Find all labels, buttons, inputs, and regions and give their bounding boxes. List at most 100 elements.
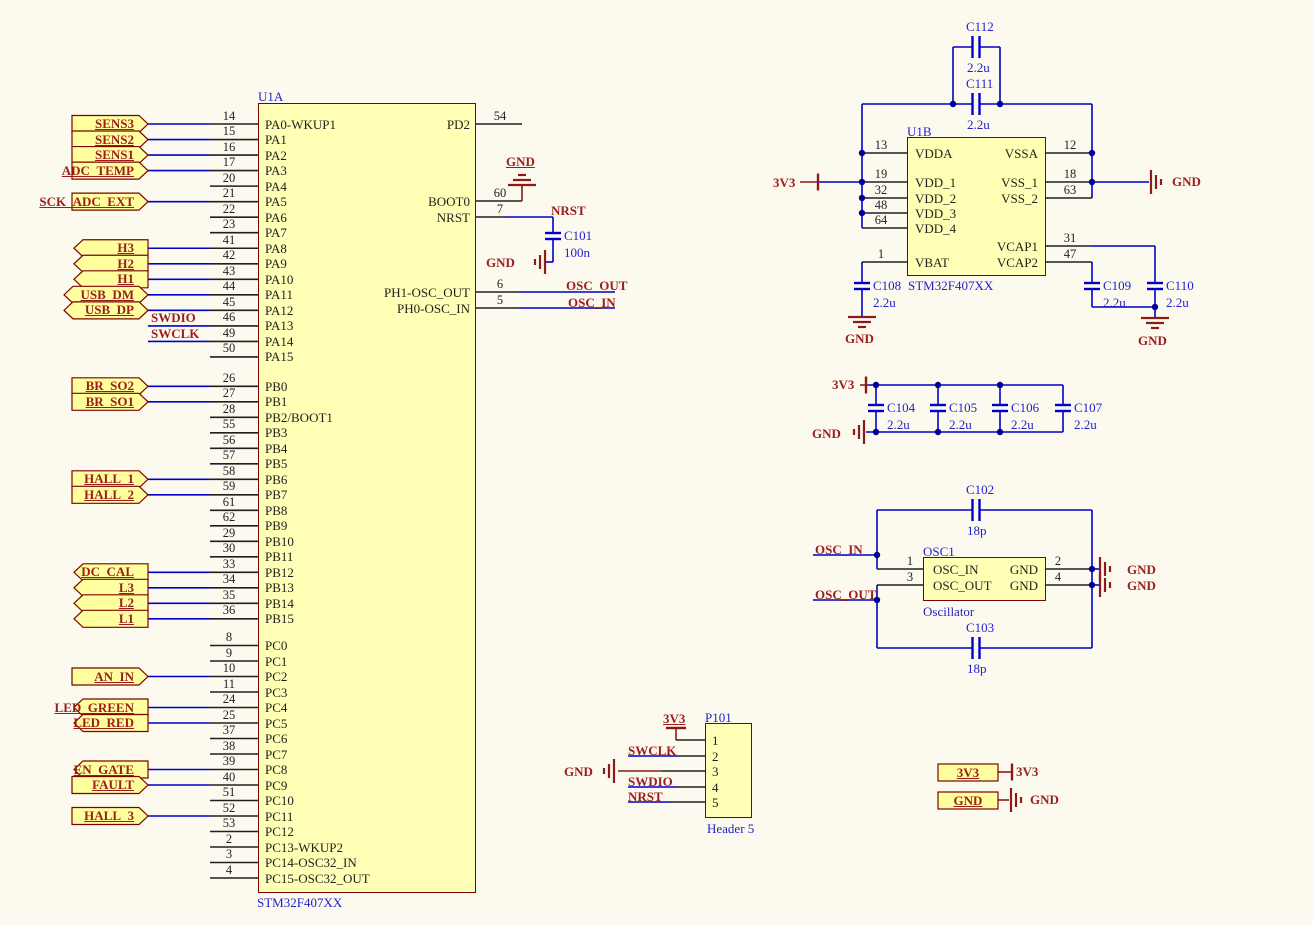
pin-number: 28 [204, 403, 254, 416]
capacitor-refdes[interactable]: C111 [966, 76, 993, 91]
pin-number: 24 [204, 693, 254, 706]
pin-name: PC6 [265, 731, 475, 746]
pin-name: GND [900, 578, 1038, 593]
port-label: BR_SO1 [86, 394, 134, 410]
pin-number: 46 [204, 311, 254, 324]
pin-number: 10 [204, 662, 254, 675]
port-label: H1 [117, 271, 134, 287]
capacitor-refdes[interactable]: C107 [1074, 400, 1102, 415]
pin-name: PB1 [265, 394, 475, 409]
capacitor-refdes[interactable]: C108 [873, 278, 901, 293]
net-label[interactable]: SWCLK [151, 326, 199, 341]
component-designator[interactable]: U1B [907, 124, 932, 139]
pin-name: PB15 [265, 611, 475, 626]
pin-number: 63 [1048, 184, 1092, 197]
pin-number: 58 [204, 465, 254, 478]
port-label: LED_GREEN [55, 700, 134, 716]
net-label[interactable]: OSC_OUT [815, 587, 876, 602]
pin-number: 64 [858, 214, 904, 227]
net-label[interactable]: SWCLK [628, 743, 676, 758]
port-label: SENS3 [95, 116, 134, 132]
net-label[interactable]: SWDIO [151, 310, 196, 325]
pin-number: 54 [478, 110, 522, 123]
port-label: H2 [117, 256, 134, 272]
capacitor-refdes[interactable]: C112 [966, 19, 994, 34]
capacitor-value: 2.2u [873, 295, 896, 310]
pin-number: 25 [204, 709, 254, 722]
pin-name: PA3 [265, 163, 475, 178]
capacitor-refdes[interactable]: C101 [564, 228, 592, 243]
pin-name: PC9 [265, 778, 475, 793]
capacitor-value: 2.2u [1074, 417, 1097, 432]
port-label: GND [938, 793, 998, 810]
pin-number: 45 [204, 296, 254, 309]
pin-number: 33 [204, 558, 254, 571]
port-label: LED_RED [73, 715, 134, 731]
pin-name: PB14 [265, 596, 475, 611]
capacitor-value: 2.2u [967, 117, 990, 132]
label-layer: C101100nC10218pC10318pC1042.2uC1052.2uC1… [0, 0, 1313, 925]
pin-number: 50 [204, 342, 254, 355]
port-label: L2 [119, 595, 134, 611]
capacitor-value: 2.2u [1103, 295, 1126, 310]
pin-name: PH1-OSC_OUT [260, 285, 470, 300]
pin-name: PC10 [265, 793, 475, 808]
component-part-label: STM32F407XX [908, 278, 993, 293]
pin-number: 2 [712, 749, 732, 764]
pin-number: 21 [204, 187, 254, 200]
pin-number: 36 [204, 604, 254, 617]
pin-number: 18 [1048, 168, 1092, 181]
capacitor-refdes[interactable]: C110 [1166, 278, 1194, 293]
pin-number: 49 [204, 327, 254, 340]
pin-name: PC11 [265, 809, 475, 824]
net-label[interactable]: NRST [628, 789, 663, 804]
port-label: HALL_1 [84, 471, 134, 487]
pin-number: 8 [204, 631, 254, 644]
pin-number: 47 [1048, 248, 1092, 261]
net-label[interactable]: SWDIO [628, 774, 673, 789]
pin-number: 22 [204, 203, 254, 216]
pin-number: 38 [204, 740, 254, 753]
capacitor-value: 2.2u [967, 60, 990, 75]
capacitor-value: 100n [564, 245, 590, 260]
pin-name: PA14 [265, 334, 475, 349]
pin-number: 57 [204, 449, 254, 462]
pin-name: PB6 [265, 472, 475, 487]
port-label: DC_CAL [81, 564, 134, 580]
schematic-canvas: C101100nC10218pC10318pC1042.2uC1052.2uC1… [0, 0, 1313, 925]
pin-name: PC1 [265, 654, 475, 669]
gnd-label: GND [1030, 792, 1059, 807]
component-designator[interactable]: U1A [258, 89, 283, 104]
pin-name: PB8 [265, 503, 475, 518]
component-part-label: STM32F407XX [257, 895, 342, 910]
net-label[interactable]: NRST [551, 203, 586, 218]
pin-name: PA2 [265, 148, 475, 163]
pin-name: PB13 [265, 580, 475, 595]
pin-number: 1 [712, 733, 732, 748]
pin-number: 35 [204, 589, 254, 602]
pin-number: 4 [204, 864, 254, 877]
capacitor-refdes[interactable]: C106 [1011, 400, 1039, 415]
capacitor-value: 18p [967, 523, 987, 538]
pin-number: 12 [1048, 139, 1092, 152]
pin-number: 15 [204, 125, 254, 138]
component-designator[interactable]: P101 [705, 710, 732, 725]
pin-name: PB12 [265, 565, 475, 580]
power-label: 3V3 [773, 175, 795, 190]
port-label: L3 [119, 580, 134, 596]
capacitor-refdes[interactable]: C104 [887, 400, 915, 415]
pin-name: GND [900, 562, 1038, 577]
pin-name: PC5 [265, 716, 475, 731]
net-label[interactable]: OSC_OUT [566, 278, 627, 293]
capacitor-refdes[interactable]: C103 [966, 620, 994, 635]
net-label[interactable]: OSC_IN [815, 542, 863, 557]
pin-name: VSS_2 [880, 191, 1038, 206]
pin-name: PC8 [265, 762, 475, 777]
net-label[interactable]: OSC_IN [568, 295, 616, 310]
capacitor-refdes[interactable]: C109 [1103, 278, 1131, 293]
pin-name: VDD_3 [915, 206, 1035, 221]
pin-number: 39 [204, 755, 254, 768]
gnd-label: GND [486, 255, 515, 270]
capacitor-refdes[interactable]: C105 [949, 400, 977, 415]
capacitor-refdes[interactable]: C102 [966, 482, 994, 497]
